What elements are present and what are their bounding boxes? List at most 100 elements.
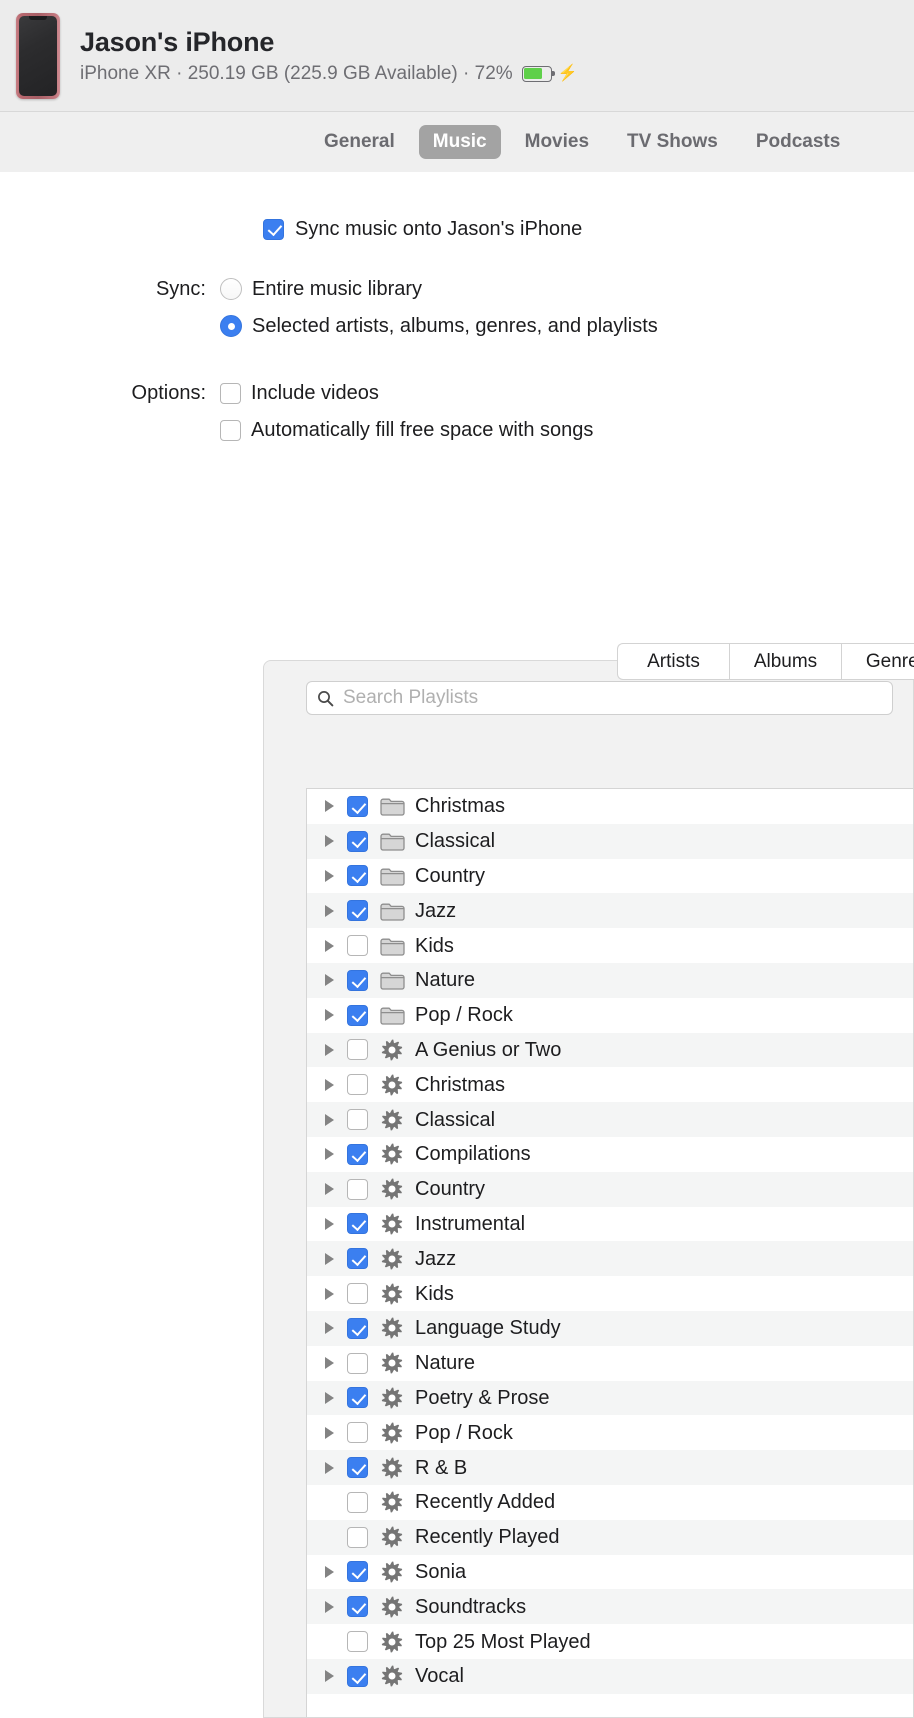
playlist-row[interactable]: Instrumental [307,1206,913,1242]
playlist-row[interactable]: Nature [307,1345,913,1381]
playlist-checkbox[interactable] [347,1039,368,1061]
gear-icon [379,1457,405,1479]
playlist-row[interactable]: Jazz [307,1241,913,1277]
disclosure-triangle-icon[interactable] [319,1113,347,1126]
playlist-checkbox[interactable] [347,1561,368,1583]
playlist-row[interactable]: Recently Played [307,1519,913,1555]
disclosure-triangle-icon[interactable] [319,800,347,813]
disclosure-triangle-icon[interactable] [319,1426,347,1439]
playlist-row[interactable]: Kids [307,1276,913,1311]
disclosure-triangle-icon[interactable] [319,1461,347,1474]
sync-radio-selected[interactable]: Selected artists, albums, genres, and pl… [220,311,658,341]
disclosure-triangle-icon[interactable] [319,974,347,987]
playlist-row[interactable]: Sonia [307,1554,913,1590]
playlist-checkbox[interactable] [347,1178,368,1200]
playlist-row[interactable]: Classical [307,823,913,859]
radio-entire-library[interactable] [220,278,242,300]
disclosure-triangle-icon[interactable] [319,1357,347,1370]
gear-icon [379,1143,405,1165]
playlist-row[interactable]: Nature [307,962,913,998]
radio-selected-items-label: Selected artists, albums, genres, and pl… [252,315,658,337]
playlist-row[interactable]: Pop / Rock [307,1415,913,1451]
tab-music[interactable]: Music [418,125,501,159]
disclosure-triangle-icon[interactable] [319,869,347,882]
playlist-row[interactable]: Classical [307,1102,913,1137]
chevron-right-icon [325,1113,334,1126]
auto-fill-checkbox[interactable] [220,419,241,441]
disclosure-triangle-icon[interactable] [319,835,347,848]
option-include-videos[interactable]: Include videos [220,378,379,408]
panel-tab-albums[interactable]: Albums [729,643,841,680]
playlist-checkbox[interactable] [347,1143,368,1165]
playlist-row[interactable]: Soundtracks [307,1589,913,1625]
include-videos-checkbox[interactable] [220,382,241,404]
playlists-list[interactable]: Christmas Classical Country Jazz Kids Nature P… [306,788,913,1717]
disclosure-triangle-icon[interactable] [319,1043,347,1056]
playlist-checkbox[interactable] [347,1317,368,1339]
playlist-row[interactable]: R & B [307,1450,913,1485]
playlist-row[interactable]: Top 25 Most Played [307,1624,913,1659]
disclosure-triangle-icon[interactable] [319,1565,347,1578]
playlist-row[interactable]: Compilations [307,1136,913,1172]
playlist-checkbox[interactable] [347,1491,368,1513]
disclosure-triangle-icon[interactable] [319,939,347,952]
playlist-checkbox[interactable] [347,830,368,852]
option-auto-fill[interactable]: Automatically fill free space with songs [220,415,593,445]
playlist-checkbox[interactable] [347,900,368,922]
panel-tab-genres[interactable]: Genres [841,643,914,680]
playlist-checkbox[interactable] [347,1352,368,1374]
sync-music-row[interactable]: Sync music onto Jason's iPhone [0,172,914,242]
playlist-checkbox[interactable] [347,1631,368,1653]
tab-podcasts[interactable]: Podcasts [742,125,854,159]
playlist-checkbox[interactable] [347,935,368,957]
playlist-checkbox[interactable] [347,1248,368,1270]
playlist-checkbox[interactable] [347,865,368,887]
playlist-checkbox[interactable] [347,1596,368,1618]
tab-general[interactable]: General [310,125,409,159]
disclosure-triangle-icon[interactable] [319,1322,347,1335]
playlist-row[interactable]: Christmas [307,1067,913,1103]
playlist-checkbox[interactable] [347,969,368,991]
disclosure-triangle-icon[interactable] [319,904,347,917]
playlist-row[interactable]: A Genius or Two [307,1032,913,1068]
search-playlists-field[interactable]: Search Playlists [306,681,893,715]
playlist-row[interactable]: Pop / Rock [307,997,913,1033]
disclosure-triangle-icon[interactable] [319,1183,347,1196]
sync-radio-entire-library[interactable]: Entire music library [220,274,422,304]
playlist-row[interactable]: Jazz [307,893,913,929]
disclosure-triangle-icon[interactable] [319,1078,347,1091]
panel-tab-artists[interactable]: Artists [617,643,729,680]
disclosure-triangle-icon[interactable] [319,1252,347,1265]
tab-tv-shows[interactable]: TV Shows [613,125,732,159]
playlist-checkbox[interactable] [347,1422,368,1444]
playlist-checkbox[interactable] [347,1283,368,1305]
playlist-checkbox[interactable] [347,795,368,817]
playlist-row[interactable]: Country [307,1171,913,1207]
disclosure-triangle-icon[interactable] [319,1287,347,1300]
playlist-checkbox[interactable] [347,1074,368,1096]
disclosure-triangle-icon[interactable] [319,1009,347,1022]
disclosure-triangle-icon[interactable] [319,1391,347,1404]
disclosure-triangle-icon[interactable] [319,1148,347,1161]
playlist-row[interactable]: Country [307,858,913,894]
disclosure-triangle-icon[interactable] [319,1217,347,1230]
playlist-checkbox[interactable] [347,1457,368,1479]
playlist-row[interactable]: Vocal [307,1658,913,1694]
playlist-checkbox[interactable] [347,1213,368,1235]
playlist-row[interactable]: Poetry & Prose [307,1380,913,1416]
playlist-row[interactable]: Kids [307,928,913,963]
playlist-checkbox[interactable] [347,1665,368,1687]
disclosure-triangle-icon[interactable] [319,1600,347,1613]
playlist-row[interactable]: Language Study [307,1310,913,1346]
playlist-checkbox[interactable] [347,1387,368,1409]
chevron-right-icon [325,1565,334,1578]
playlist-row[interactable]: Christmas [307,789,913,824]
radio-selected-items[interactable] [220,315,242,337]
playlist-checkbox[interactable] [347,1526,368,1548]
playlist-checkbox[interactable] [347,1004,368,1026]
playlist-checkbox[interactable] [347,1109,368,1131]
sync-music-checkbox[interactable] [263,218,284,240]
tab-movies[interactable]: Movies [511,125,603,159]
playlist-row[interactable]: Recently Added [307,1484,913,1520]
disclosure-triangle-icon[interactable] [319,1670,347,1683]
